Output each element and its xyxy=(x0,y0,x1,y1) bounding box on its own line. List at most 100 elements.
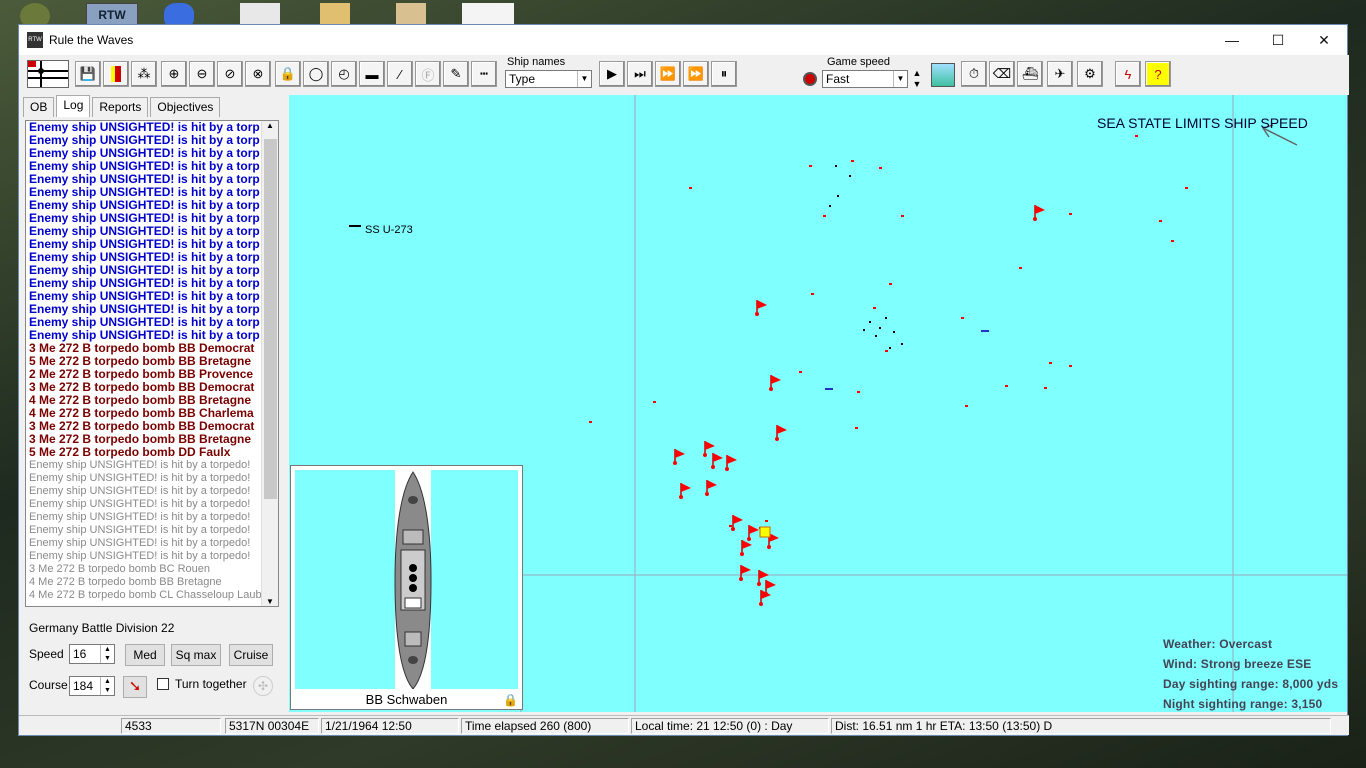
turn-together-checkbox[interactable] xyxy=(157,678,169,690)
title-bar[interactable]: RTW Rule the Waves — ☐ ✕ xyxy=(19,25,1347,55)
save-icon[interactable]: 💾 xyxy=(75,61,101,87)
contact-marker[interactable] xyxy=(889,283,892,285)
submarine-icon[interactable] xyxy=(349,225,361,227)
lightning-icon[interactable]: ϟ xyxy=(1115,61,1141,87)
contact-marker[interactable] xyxy=(885,350,888,352)
friendly-marker[interactable] xyxy=(885,317,887,319)
compass-icon[interactable]: ✣ xyxy=(253,676,273,696)
cruise-button[interactable]: Cruise xyxy=(229,644,273,666)
contact-marker[interactable] xyxy=(1069,213,1072,215)
friendly-marker[interactable] xyxy=(837,195,839,197)
pause-icon[interactable]: ⏸ xyxy=(711,61,737,87)
game-speed-select[interactable]: Fast ▼ xyxy=(822,70,908,88)
enemy-flag-marker[interactable] xyxy=(1033,205,1045,221)
fast-forward-icon[interactable]: ⏩ xyxy=(655,61,681,87)
contact-marker[interactable] xyxy=(851,160,854,162)
contact-marker[interactable] xyxy=(857,391,860,393)
contact-marker[interactable] xyxy=(1135,135,1138,137)
zoom-out-icon[interactable]: ⊖ xyxy=(189,61,215,87)
contact-marker[interactable] xyxy=(689,187,692,189)
friendly-marker[interactable] xyxy=(849,175,851,177)
contact-marker[interactable] xyxy=(965,405,968,407)
enemy-flag-marker[interactable] xyxy=(747,525,759,541)
friendly-marker[interactable] xyxy=(835,165,837,167)
pencil-icon[interactable]: ✎ xyxy=(443,61,469,87)
contact-marker[interactable] xyxy=(901,215,904,217)
enemy-flag-marker[interactable] xyxy=(755,300,767,316)
tab-reports[interactable]: Reports xyxy=(92,97,149,117)
settings-aircraft-icon[interactable]: ⚙ xyxy=(1077,61,1103,87)
circle-icon[interactable]: ◯ xyxy=(303,61,329,87)
enemy-flag-marker[interactable] xyxy=(769,375,781,391)
contact-marker[interactable] xyxy=(809,165,812,167)
enemy-flag-marker[interactable] xyxy=(725,455,737,471)
contact-marker[interactable] xyxy=(1069,365,1072,367)
ship-icon[interactable]: ⛴ xyxy=(1017,61,1043,87)
contact-marker[interactable] xyxy=(1044,387,1047,389)
enemy-flag-marker[interactable] xyxy=(705,480,717,496)
contact-marker[interactable] xyxy=(855,427,858,429)
friendly-marker[interactable] xyxy=(889,347,891,349)
log-scrollbar[interactable]: ▲ ▼ xyxy=(261,121,278,606)
course-pointer-icon[interactable]: ➘ xyxy=(123,676,147,698)
contact-marker[interactable] xyxy=(1005,385,1008,387)
contact-marker[interactable] xyxy=(811,293,814,295)
speed-spinner-input[interactable]: 16 ▲ ▼ xyxy=(69,644,115,664)
friendly-marker[interactable] xyxy=(875,335,877,337)
maximize-button[interactable]: ☐ xyxy=(1255,25,1301,55)
selected-ship-marker[interactable] xyxy=(759,526,771,538)
contact-marker[interactable] xyxy=(1019,267,1022,269)
tab-log[interactable]: Log xyxy=(56,95,91,117)
stopwatch-icon[interactable]: ⏱ xyxy=(961,61,987,87)
dotted-line-icon[interactable]: ┅ xyxy=(471,61,497,87)
contact-marker[interactable] xyxy=(729,525,732,527)
lock-icon[interactable]: 🔒 xyxy=(503,693,518,707)
eraser-icon[interactable]: ⌫ xyxy=(989,61,1015,87)
enemy-flag-marker[interactable] xyxy=(739,565,751,581)
zoom-reset-icon[interactable]: ⊘ xyxy=(217,61,243,87)
scroll-up-icon[interactable]: ▲ xyxy=(262,121,278,130)
contact-marker[interactable] xyxy=(589,421,592,423)
enemy-flag-marker[interactable] xyxy=(775,425,787,441)
ship-names-select[interactable]: Type ▼ xyxy=(505,70,592,88)
f-button-icon[interactable]: Ⓕ xyxy=(415,61,441,87)
scroll-thumb[interactable] xyxy=(264,139,277,499)
contact-marker[interactable] xyxy=(823,215,826,217)
range-line-icon[interactable]: ⁄ xyxy=(387,61,413,87)
contact-marker[interactable] xyxy=(1159,220,1162,222)
fastest-forward-icon[interactable]: ⏩ xyxy=(683,61,709,87)
lock-icon[interactable]: 🔒 xyxy=(275,61,301,87)
friendly-marker[interactable] xyxy=(829,205,831,207)
close-button[interactable]: ✕ xyxy=(1301,25,1347,55)
enemy-flag-marker[interactable] xyxy=(740,540,752,556)
enemy-flag-marker[interactable] xyxy=(731,515,743,531)
scroll-down-icon[interactable]: ▼ xyxy=(262,597,278,606)
contact-marker[interactable] xyxy=(1171,240,1174,242)
sea-state-icon[interactable] xyxy=(931,63,955,87)
spinner-arrows-icon[interactable]: ▲ ▼ xyxy=(100,677,114,695)
zoom-in-icon[interactable]: ⊕ xyxy=(161,61,187,87)
enemy-flag-marker[interactable] xyxy=(673,449,685,465)
minimize-button[interactable]: — xyxy=(1209,25,1255,55)
friendly-marker[interactable] xyxy=(869,321,871,323)
enemy-flag-marker[interactable] xyxy=(759,590,771,606)
spinner-arrows-icon[interactable]: ▲ ▼ xyxy=(100,645,114,663)
clock-icon[interactable]: ◴ xyxy=(331,61,357,87)
friendly-marker[interactable] xyxy=(863,329,865,331)
play-icon[interactable]: ▶ xyxy=(599,61,625,87)
friendly-marker[interactable] xyxy=(901,343,903,345)
tab-objectives[interactable]: Objectives xyxy=(150,97,221,117)
contact-marker[interactable] xyxy=(873,307,876,309)
line-icon[interactable]: ▬ xyxy=(359,61,385,87)
contact-marker[interactable] xyxy=(765,520,768,522)
course-spinner-input[interactable]: 184 ▲ ▼ xyxy=(69,676,115,696)
contact-marker[interactable] xyxy=(961,317,964,319)
aircraft-icon[interactable]: ✈ xyxy=(1047,61,1073,87)
contact-marker[interactable] xyxy=(799,371,802,373)
contact-marker[interactable] xyxy=(879,167,882,169)
enemy-flag-marker[interactable] xyxy=(679,483,691,499)
formation-icon[interactable]: ⁂ xyxy=(131,61,157,87)
contact-marker[interactable] xyxy=(1185,187,1188,189)
enemy-flag-marker[interactable] xyxy=(711,453,723,469)
log-list[interactable]: Enemy ship UNSIGHTED! is hit by a torp En… xyxy=(25,120,279,607)
